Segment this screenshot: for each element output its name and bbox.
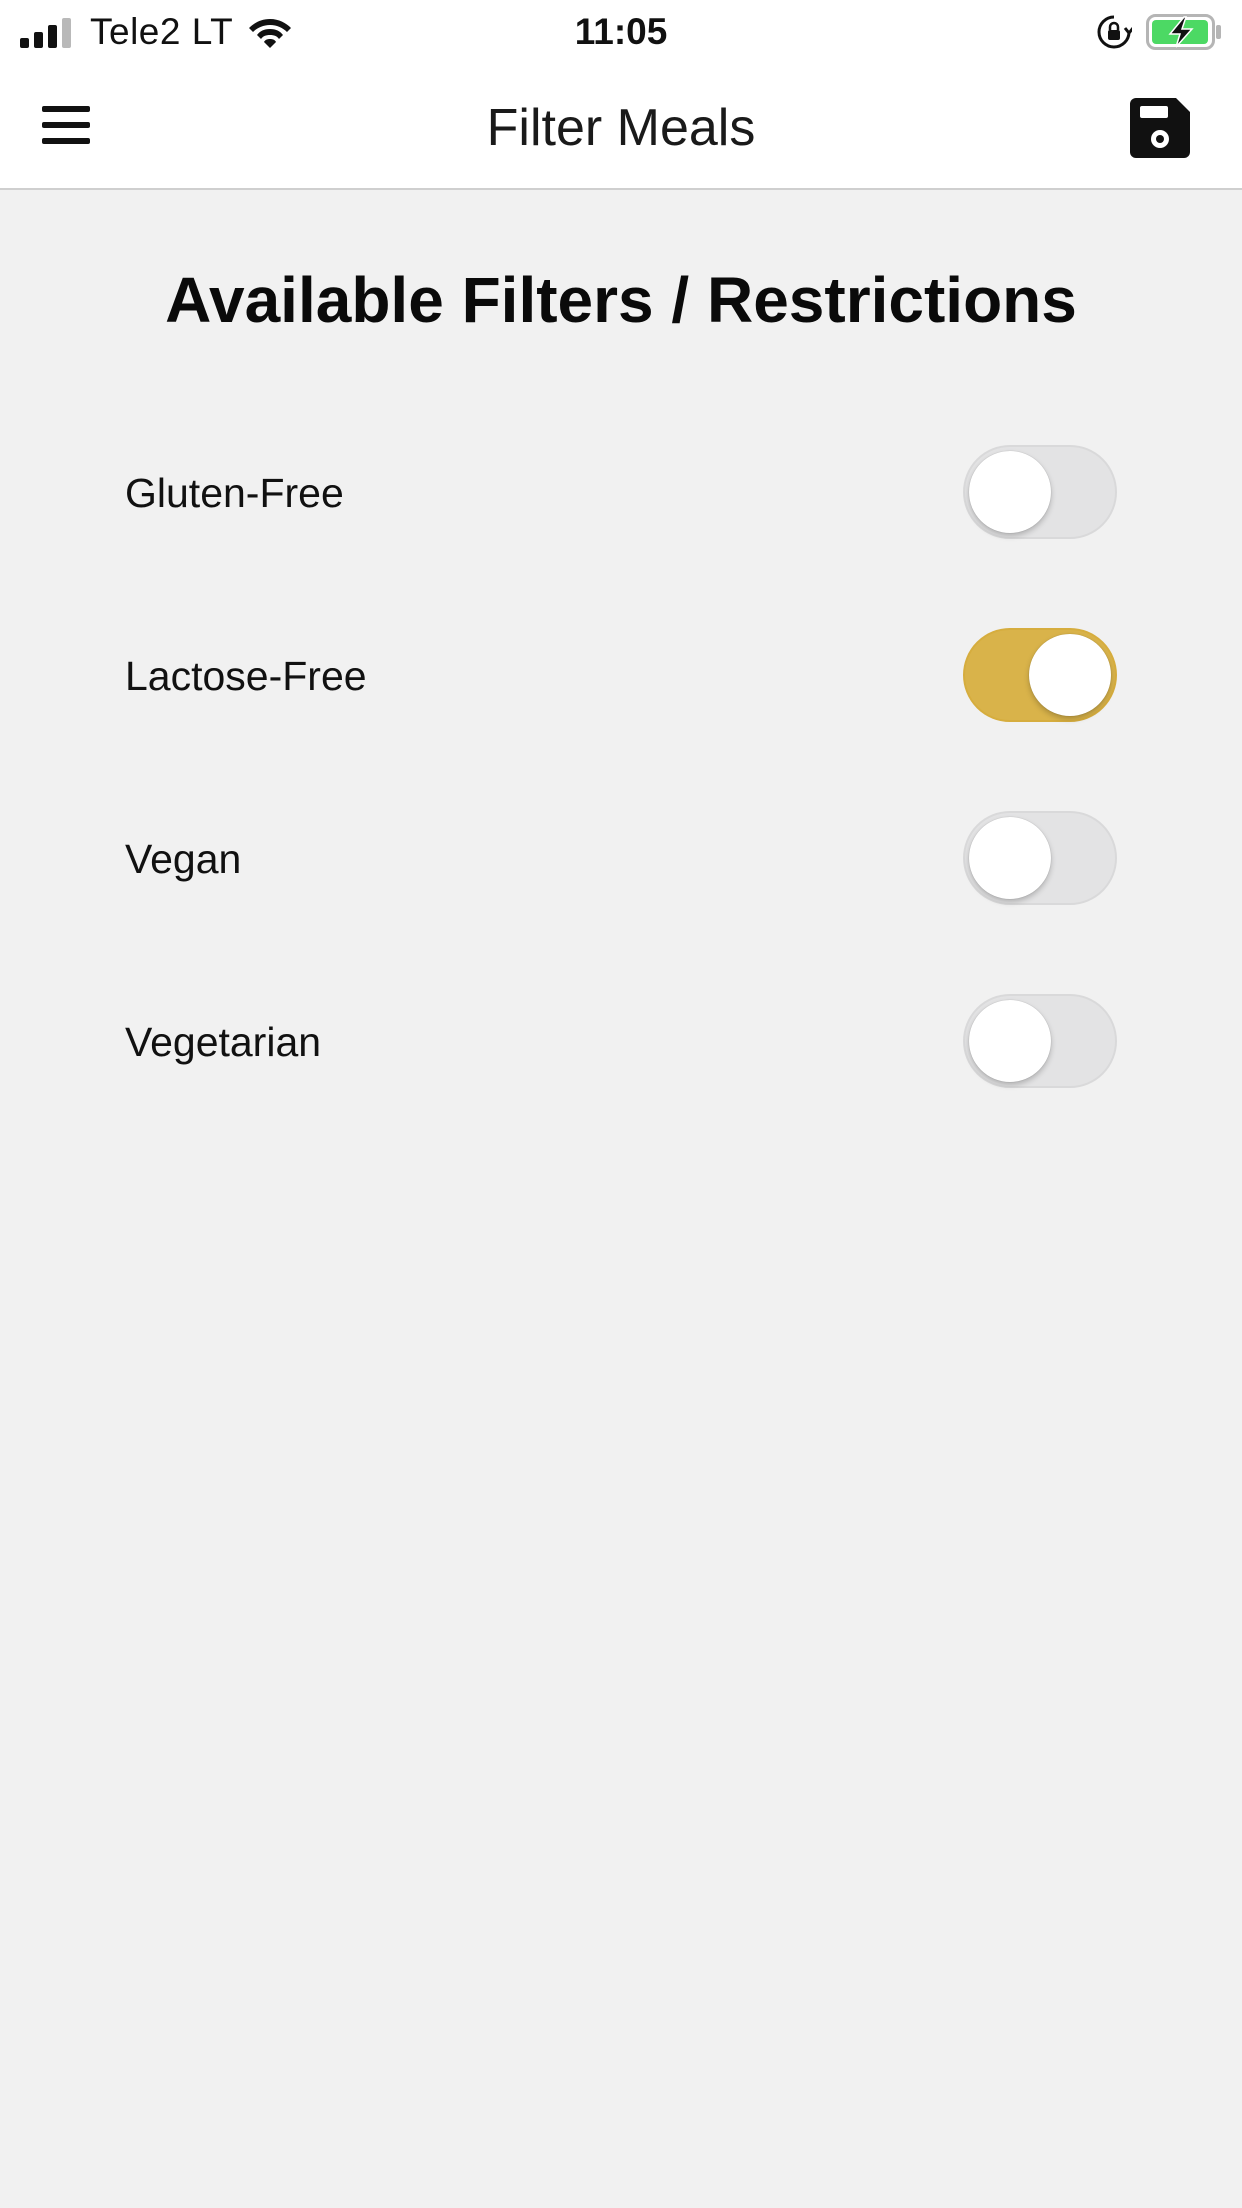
filter-label: Lactose-Free [125, 653, 367, 699]
battery-charging-icon [1146, 14, 1221, 50]
status-bar-right [1096, 8, 1222, 56]
filter-label: Vegetarian [125, 1019, 322, 1065]
save-icon[interactable] [1128, 96, 1192, 160]
vegan-toggle[interactable] [963, 811, 1117, 905]
toggle-knob [969, 817, 1051, 899]
filter-label: Gluten-Free [125, 470, 344, 516]
gluten-free-toggle[interactable] [963, 445, 1117, 539]
toggle-knob [969, 451, 1051, 533]
lactose-free-toggle[interactable] [963, 628, 1117, 722]
app-header: Filter Meals [0, 66, 1242, 190]
toggle-knob [1029, 634, 1111, 716]
filter-row-gluten-free: Gluten-Free [125, 445, 1117, 541]
orientation-lock-icon [1097, 15, 1132, 49]
filter-row-vegetarian: Vegetarian [125, 994, 1117, 1090]
status-time: 11:05 [574, 11, 668, 52]
page-title: Filter Meals [486, 99, 756, 157]
vegetarian-toggle[interactable] [963, 994, 1117, 1088]
status-bar: Tele2 LT 11:05 [0, 0, 1242, 66]
filter-row-vegan: Vegan [125, 811, 1117, 907]
filter-label: Vegan [125, 836, 242, 882]
section-title: Available Filters / Restrictions [165, 264, 1077, 336]
filter-row-lactose-free: Lactose-Free [125, 628, 1117, 724]
toggle-knob [969, 1000, 1051, 1082]
